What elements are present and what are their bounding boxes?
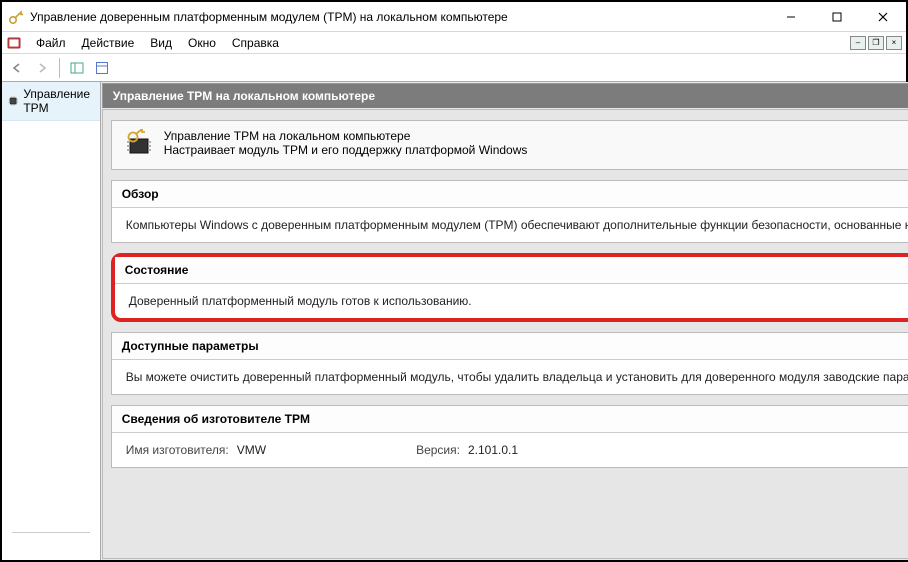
close-button[interactable] bbox=[860, 3, 906, 31]
menu-action[interactable]: Действие bbox=[74, 34, 143, 52]
nav-back-button[interactable] bbox=[6, 57, 28, 79]
console-tree: Управление TPM bbox=[2, 82, 101, 560]
nav-forward-button[interactable] bbox=[31, 57, 53, 79]
menu-view[interactable]: Вид bbox=[142, 34, 180, 52]
status-body: Доверенный платформенный модуль готов к … bbox=[115, 284, 908, 318]
intro-line1: Управление TPM на локальном компьютере bbox=[164, 129, 528, 143]
mdi-minimize[interactable]: – bbox=[850, 36, 866, 50]
details-body: Управление TPM на локальном компьютере Н… bbox=[102, 109, 908, 559]
window-controls bbox=[768, 3, 906, 31]
mfg-title: Сведения об изготовителе TPM bbox=[112, 406, 908, 433]
menu-bar: Файл Действие Вид Окно Справка – ❐ × bbox=[2, 32, 906, 54]
mdi-controls: – ❐ × bbox=[850, 36, 906, 50]
params-body: Вы можете очистить доверенный платформен… bbox=[112, 360, 908, 394]
key-icon bbox=[8, 9, 24, 25]
properties-button[interactable] bbox=[91, 57, 113, 79]
overview-body: Компьютеры Windows с доверенным платформ… bbox=[112, 208, 908, 242]
tree-item-label: Управление TPM bbox=[23, 87, 93, 115]
window-title: Управление доверенным платформенным моду… bbox=[30, 10, 768, 24]
minimize-button[interactable] bbox=[768, 3, 814, 31]
overview-title: Обзор bbox=[112, 181, 908, 208]
details-pane: Управление TPM на локальном компьютере У… bbox=[101, 82, 908, 560]
chip-small-icon bbox=[8, 94, 18, 108]
show-hide-tree-button[interactable] bbox=[66, 57, 88, 79]
main-area: Управление TPM Управление TPM на локальн… bbox=[2, 82, 906, 560]
intro-panel: Управление TPM на локальном компьютере Н… bbox=[111, 120, 908, 170]
mfg-name-value: VMW bbox=[237, 443, 266, 457]
maximize-button[interactable] bbox=[814, 3, 860, 31]
menu-help[interactable]: Справка bbox=[224, 34, 287, 52]
details-header: Управление TPM на локальном компьютере bbox=[102, 83, 908, 108]
menu-file[interactable]: Файл bbox=[28, 34, 74, 52]
overview-panel: Обзор Компьютеры Windows с доверенным пл… bbox=[111, 180, 908, 243]
mfg-version-value: 2.101.0.1 bbox=[468, 443, 518, 457]
title-bar: Управление доверенным платформенным моду… bbox=[2, 2, 906, 32]
tpm-chip-icon bbox=[122, 129, 154, 161]
mdi-restore[interactable]: ❐ bbox=[868, 36, 884, 50]
tree-divider bbox=[12, 532, 90, 560]
mmc-icon bbox=[6, 35, 22, 51]
mfg-name-label: Имя изготовителя: bbox=[126, 443, 229, 457]
params-panel: Доступные параметры Вы можете очистить д… bbox=[111, 332, 908, 395]
toolbar bbox=[2, 54, 906, 82]
status-panel: Состояние Доверенный платформенный модул… bbox=[111, 253, 908, 322]
manufacturer-panel: Сведения об изготовителе TPM Имя изготов… bbox=[111, 405, 908, 468]
mdi-close[interactable]: × bbox=[886, 36, 902, 50]
mfg-version-label: Версия: bbox=[416, 443, 460, 457]
params-title: Доступные параметры bbox=[112, 333, 908, 360]
menu-window[interactable]: Окно bbox=[180, 34, 224, 52]
status-title: Состояние bbox=[115, 257, 908, 284]
tree-item-tpm[interactable]: Управление TPM bbox=[2, 82, 100, 121]
intro-line2: Настраивает модуль TPM и его поддержку п… bbox=[164, 143, 528, 157]
